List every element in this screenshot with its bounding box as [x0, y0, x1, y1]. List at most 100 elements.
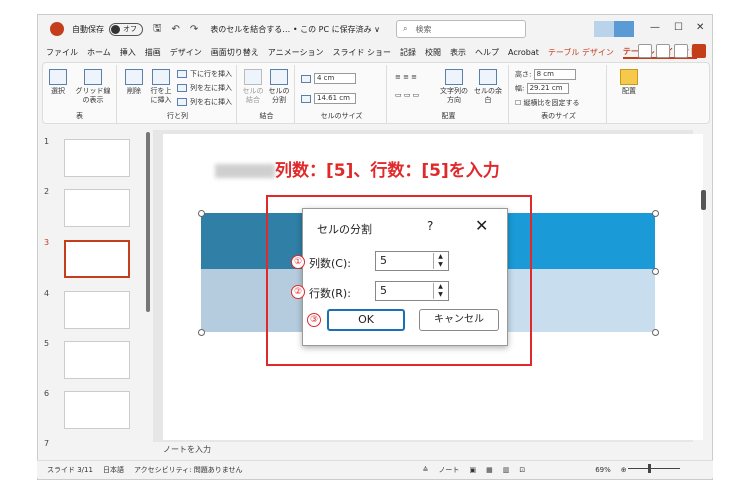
search-icon: ⌕: [403, 24, 408, 33]
tab-insert[interactable]: 挿入: [120, 47, 136, 58]
normal-view-icon[interactable]: ▣: [469, 466, 476, 474]
spinner-arrows-icon[interactable]: ▲ ▼: [433, 283, 447, 299]
thumbnail-6[interactable]: 6: [42, 389, 142, 433]
align-vertical-buttons[interactable]: ▭ ▭ ▭: [395, 91, 419, 99]
spinner-arrows-icon[interactable]: ▲ ▼: [433, 253, 447, 269]
tab-acrobat[interactable]: Acrobat: [508, 48, 539, 57]
accessibility-status[interactable]: アクセシビリティ: 問題ありません: [134, 465, 243, 475]
insert-left-button[interactable]: 列を左に挿入: [177, 83, 232, 93]
cell-height-input[interactable]: 4 cm: [314, 73, 356, 84]
notes-area[interactable]: ノートを入力: [153, 442, 709, 458]
ok-button[interactable]: OK: [327, 309, 405, 331]
zoom-slider-track[interactable]: [628, 468, 680, 469]
thumbnail-3[interactable]: 3: [42, 238, 142, 282]
gridlines-label: グリッド線の表示: [75, 87, 111, 104]
tab-draw[interactable]: 描画: [145, 47, 161, 58]
rows-input[interactable]: 5 ▲ ▼: [375, 281, 449, 301]
marker-2: ②: [291, 285, 305, 299]
group-label-align: 配置: [441, 112, 456, 120]
thumb-image: [64, 139, 130, 177]
notes-placeholder: ノートを入力: [163, 445, 211, 454]
insert-right-icon: [177, 98, 187, 106]
record-icon[interactable]: [638, 44, 652, 58]
slide-scrollbar[interactable]: [701, 190, 706, 210]
notes-label: ノート: [438, 465, 460, 474]
tab-view[interactable]: 表示: [450, 47, 466, 58]
tab-transitions[interactable]: 画面切り替え: [211, 47, 259, 58]
share-icon[interactable]: [692, 44, 706, 58]
reading-view-icon[interactable]: ▥: [503, 466, 510, 474]
insert-below-icon: [177, 70, 187, 78]
tab-home[interactable]: ホーム: [87, 47, 111, 58]
thumbnail-2[interactable]: 2: [42, 187, 142, 231]
lock-aspect-checkbox[interactable]: ☐ 縦横比を固定する: [515, 98, 580, 108]
arrange-button[interactable]: 配置: [615, 69, 643, 96]
tab-help[interactable]: ヘルプ: [475, 47, 499, 58]
save-icon[interactable]: 🖫: [153, 21, 162, 38]
zoom-slider-thumb[interactable]: [648, 464, 651, 473]
language[interactable]: 日本語: [103, 465, 124, 475]
split-cells-button[interactable]: セルの分割: [267, 69, 291, 105]
slide-sorter-icon[interactable]: ▦: [486, 466, 493, 474]
tab-design[interactable]: デザイン: [170, 47, 202, 58]
text-direction-button[interactable]: 文字列の方向: [439, 69, 469, 105]
thumb-image: [64, 341, 130, 379]
undo-icon[interactable]: ↶: [172, 24, 180, 35]
marker-1: ①: [291, 255, 305, 269]
tab-slideshow[interactable]: スライド ショー: [332, 47, 391, 58]
thumbnail-1[interactable]: 1: [42, 137, 142, 181]
cell-margins-button[interactable]: セルの余白: [473, 69, 503, 105]
group-rows-cols: 削除 行を上に挿入 下に行を挿入 列を左に挿入 列を右に挿入 行と列: [119, 65, 237, 123]
fit-slide-icon[interactable]: ⊕: [621, 466, 627, 474]
rows-value: 5: [380, 284, 387, 297]
thumbnail-scrollbar[interactable]: [146, 132, 150, 312]
table-height-input[interactable]: 8 cm: [533, 69, 576, 80]
resize-handle[interactable]: [198, 329, 205, 336]
document-title[interactable]: 表のセルを結合する… • この PC に保存済み ∨: [210, 24, 380, 35]
help-icon[interactable]: ?: [427, 219, 433, 233]
cell-margins-icon: [479, 69, 497, 85]
minimize-icon[interactable]: —: [650, 22, 660, 33]
tab-table-design[interactable]: テーブル デザイン: [548, 47, 614, 58]
resize-handle[interactable]: [652, 329, 659, 336]
zoom-level[interactable]: 69%: [595, 466, 611, 474]
gridlines-button[interactable]: グリッド線の表示: [73, 69, 113, 105]
search-input[interactable]: ⌕ 検索: [396, 20, 527, 38]
select-button[interactable]: 選択: [47, 69, 69, 96]
table-width-input[interactable]: 29.21 cm: [526, 83, 569, 94]
merge-cells-button[interactable]: セルの結合: [241, 69, 265, 105]
insert-below-button[interactable]: 下に行を挿入: [177, 69, 232, 79]
comment-icon[interactable]: [674, 44, 688, 58]
slideshow-icon[interactable]: ⊡: [519, 466, 525, 474]
cancel-button[interactable]: キャンセル: [419, 309, 499, 331]
tab-file[interactable]: ファイル: [46, 47, 78, 58]
delete-button[interactable]: 削除: [123, 69, 145, 96]
resize-handle[interactable]: [652, 210, 659, 217]
thumb-number: 7: [44, 439, 50, 448]
align-horizontal-buttons[interactable]: ≡ ≡ ≡: [395, 73, 417, 81]
insert-right-button[interactable]: 列を右に挿入: [177, 97, 232, 107]
autosave-toggle[interactable]: オフ: [109, 22, 143, 36]
account-avatar[interactable]: [594, 21, 634, 37]
cell-width-input[interactable]: 14.61 cm: [314, 93, 356, 104]
tab-review[interactable]: 校閲: [425, 47, 441, 58]
thumbnail-4[interactable]: 4: [42, 289, 142, 333]
columns-input[interactable]: 5 ▲ ▼: [375, 251, 449, 271]
resize-handle[interactable]: [198, 210, 205, 217]
tab-record[interactable]: 記録: [400, 47, 416, 58]
camera-icon[interactable]: [656, 44, 670, 58]
cell-margins-label: セルの余白: [474, 87, 502, 104]
slide-headline: 列数：[5]、行数：[5]を入力: [275, 161, 500, 181]
insert-above-button[interactable]: 行を上に挿入: [149, 69, 173, 105]
thumbnail-5[interactable]: 5: [42, 339, 142, 383]
close-icon[interactable]: ✕: [475, 216, 488, 235]
search-placeholder: 検索: [415, 24, 432, 34]
notes-button[interactable]: ≙ ノート: [423, 465, 460, 475]
lock-aspect-label: 縦横比を固定する: [523, 99, 580, 107]
close-window-icon[interactable]: ✕: [696, 22, 704, 33]
maximize-icon[interactable]: ☐: [674, 22, 683, 33]
redo-icon[interactable]: ↷: [190, 24, 198, 35]
resize-handle[interactable]: [652, 268, 659, 275]
table-width-label: 幅:: [515, 84, 525, 93]
tab-animations[interactable]: アニメーション: [268, 47, 324, 58]
